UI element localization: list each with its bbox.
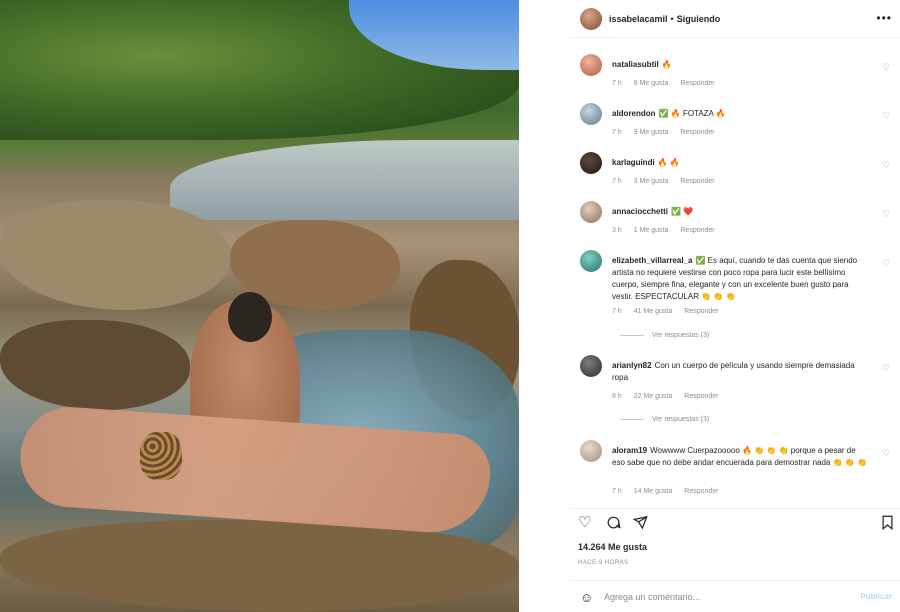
author-avatar[interactable] <box>580 7 602 30</box>
comment-likes[interactable]: 1 Me gusta <box>634 227 669 234</box>
comment-meta: 7 h 9 Me gusta Responder <box>612 129 727 136</box>
comment-item: aldorendon ✅ 🔥 FOTAZA 🔥 7 h 9 Me gusta Resp… <box>580 103 898 147</box>
comment-item: annaciocchetti ✅ ❤️ 3 h 1 Me gusta Responde… <box>580 201 898 245</box>
comment-meta: 7 h 8 Me gusta Responder <box>612 80 727 87</box>
commenter-avatar[interactable] <box>580 250 602 272</box>
commenter-avatar[interactable] <box>580 201 602 223</box>
view-replies-link[interactable]: Ver respuestas (3) <box>620 332 709 339</box>
comment-time: 7 h <box>612 178 622 185</box>
bookmark-icon[interactable] <box>881 515 894 533</box>
comment-item: elizabeth_villarreal_a ✅ Es aquí, cuando … <box>580 250 898 346</box>
photo-rock <box>0 520 519 612</box>
comment-meta: 8 h 22 Me gusta Responder <box>612 393 731 400</box>
reply-button[interactable]: Responder <box>684 393 718 400</box>
post-header: issabelacamil • Siguiendo ••• <box>570 0 900 38</box>
comment-item: arianlyn82 Con un cuerpo de película y us… <box>580 355 898 431</box>
comment-text: elizabeth_villarreal_a ✅ Es aquí, cuando … <box>612 256 858 301</box>
comment-item: nataliasubtil 🔥 7 h 8 Me gusta Responder ♡ <box>580 54 898 98</box>
commenter-username[interactable]: aldorendon <box>612 109 656 118</box>
comment-meta: 7 h 41 Me gusta Responder <box>612 308 731 315</box>
photo-rock <box>0 200 230 310</box>
commenter-username[interactable]: nataliasubtil <box>612 60 659 69</box>
comment-item: aloram19 Wowwww Cuerpazooooo 🔥 👏 👏 👏 porq… <box>580 440 898 500</box>
commenter-username[interactable]: aloram19 <box>612 446 647 455</box>
comment-like-heart-icon[interactable]: ♡ <box>882 448 890 459</box>
photo-person-head <box>228 292 272 342</box>
commenter-username[interactable]: karlaguindi <box>612 158 655 167</box>
comment-input[interactable] <box>604 589 844 605</box>
send-icon[interactable] <box>632 515 648 533</box>
comment-like-heart-icon[interactable]: ♡ <box>882 111 890 122</box>
more-horizontal-icon[interactable]: ••• <box>876 11 892 25</box>
smile-icon[interactable]: ☺ <box>580 590 593 605</box>
following-button[interactable]: Siguiendo <box>677 14 721 24</box>
comment-time: 7 h <box>612 488 622 495</box>
reply-button[interactable]: Responder <box>680 178 714 185</box>
comment-likes[interactable]: 8 Me gusta <box>634 80 669 87</box>
comment-meta: 7 h 3 Me gusta Responder <box>612 178 727 185</box>
likes-count[interactable]: 14.264 Me gusta <box>578 542 647 552</box>
comment-likes[interactable]: 14 Me gusta <box>634 488 673 495</box>
comment-time: 7 h <box>612 308 622 315</box>
commenter-avatar[interactable] <box>580 152 602 174</box>
comment-like-heart-icon[interactable]: ♡ <box>882 258 890 269</box>
view-replies-link[interactable]: Ver respuestas (3) <box>620 416 709 423</box>
commenter-avatar[interactable] <box>580 103 602 125</box>
photo-bikini <box>140 432 182 480</box>
comment-text: karlaguindi 🔥 🔥 <box>612 158 680 167</box>
comment-text: nataliasubtil 🔥 <box>612 60 672 69</box>
commenter-username[interactable]: annaciocchetti <box>612 207 668 216</box>
comment-item: karlaguindi 🔥 🔥 7 h 3 Me gusta Responder ♡ <box>580 152 898 196</box>
commenter-avatar[interactable] <box>580 440 602 462</box>
post-date: HACE 9 HORAS <box>578 560 629 566</box>
publish-button[interactable]: Publicar <box>860 592 892 601</box>
comment-like-heart-icon[interactable]: ♡ <box>882 160 890 171</box>
comment-time: 8 h <box>612 393 622 400</box>
comment-time: 7 h <box>612 80 622 87</box>
comment-time: 7 h <box>612 129 622 136</box>
commenter-avatar[interactable] <box>580 355 602 377</box>
heart-icon[interactable]: ♡ <box>578 515 591 530</box>
reply-button[interactable]: Responder <box>684 308 718 315</box>
comment-likes[interactable]: 41 Me gusta <box>634 308 673 315</box>
comment-like-heart-icon[interactable]: ♡ <box>882 209 890 220</box>
reply-button[interactable]: Responder <box>684 488 718 495</box>
comment-likes[interactable]: 9 Me gusta <box>634 129 669 136</box>
comment-text: annaciocchetti ✅ ❤️ <box>612 207 694 216</box>
commenter-avatar[interactable] <box>580 54 602 76</box>
add-comment-bar: ☺ Publicar <box>570 580 900 612</box>
comment-text: aloram19 Wowwww Cuerpazooooo 🔥 👏 👏 👏 porq… <box>612 446 867 467</box>
comment-likes[interactable]: 3 Me gusta <box>634 178 669 185</box>
comment-like-heart-icon[interactable]: ♡ <box>882 62 890 73</box>
post-side-panel: issabelacamil • Siguiendo ••• nataliasub… <box>570 0 900 612</box>
author-username[interactable]: issabelacamil <box>609 14 668 24</box>
reply-button[interactable]: Responder <box>680 227 714 234</box>
post-actions-bar: ♡ <box>570 508 900 536</box>
reply-button[interactable]: Responder <box>680 129 714 136</box>
separator-dot: • <box>670 13 674 24</box>
photo-sea <box>170 140 519 220</box>
photo-rock <box>0 320 190 410</box>
commenter-username[interactable]: elizabeth_villarreal_a <box>612 256 693 265</box>
comment-like-heart-icon[interactable]: ♡ <box>882 363 890 374</box>
comment-likes[interactable]: 22 Me gusta <box>634 393 673 400</box>
comment-icon[interactable] <box>606 515 621 533</box>
comment-text: arianlyn82 Con un cuerpo de película y us… <box>612 361 855 382</box>
comment-meta: 3 h 1 Me gusta Responder <box>612 227 727 234</box>
post-photo[interactable] <box>0 0 519 612</box>
comment-time: 3 h <box>612 227 622 234</box>
reply-button[interactable]: Responder <box>680 80 714 87</box>
commenter-username[interactable]: arianlyn82 <box>612 361 652 370</box>
comment-text: aldorendon ✅ 🔥 FOTAZA 🔥 <box>612 109 726 118</box>
comment-meta: 7 h 14 Me gusta Responder <box>612 488 731 495</box>
